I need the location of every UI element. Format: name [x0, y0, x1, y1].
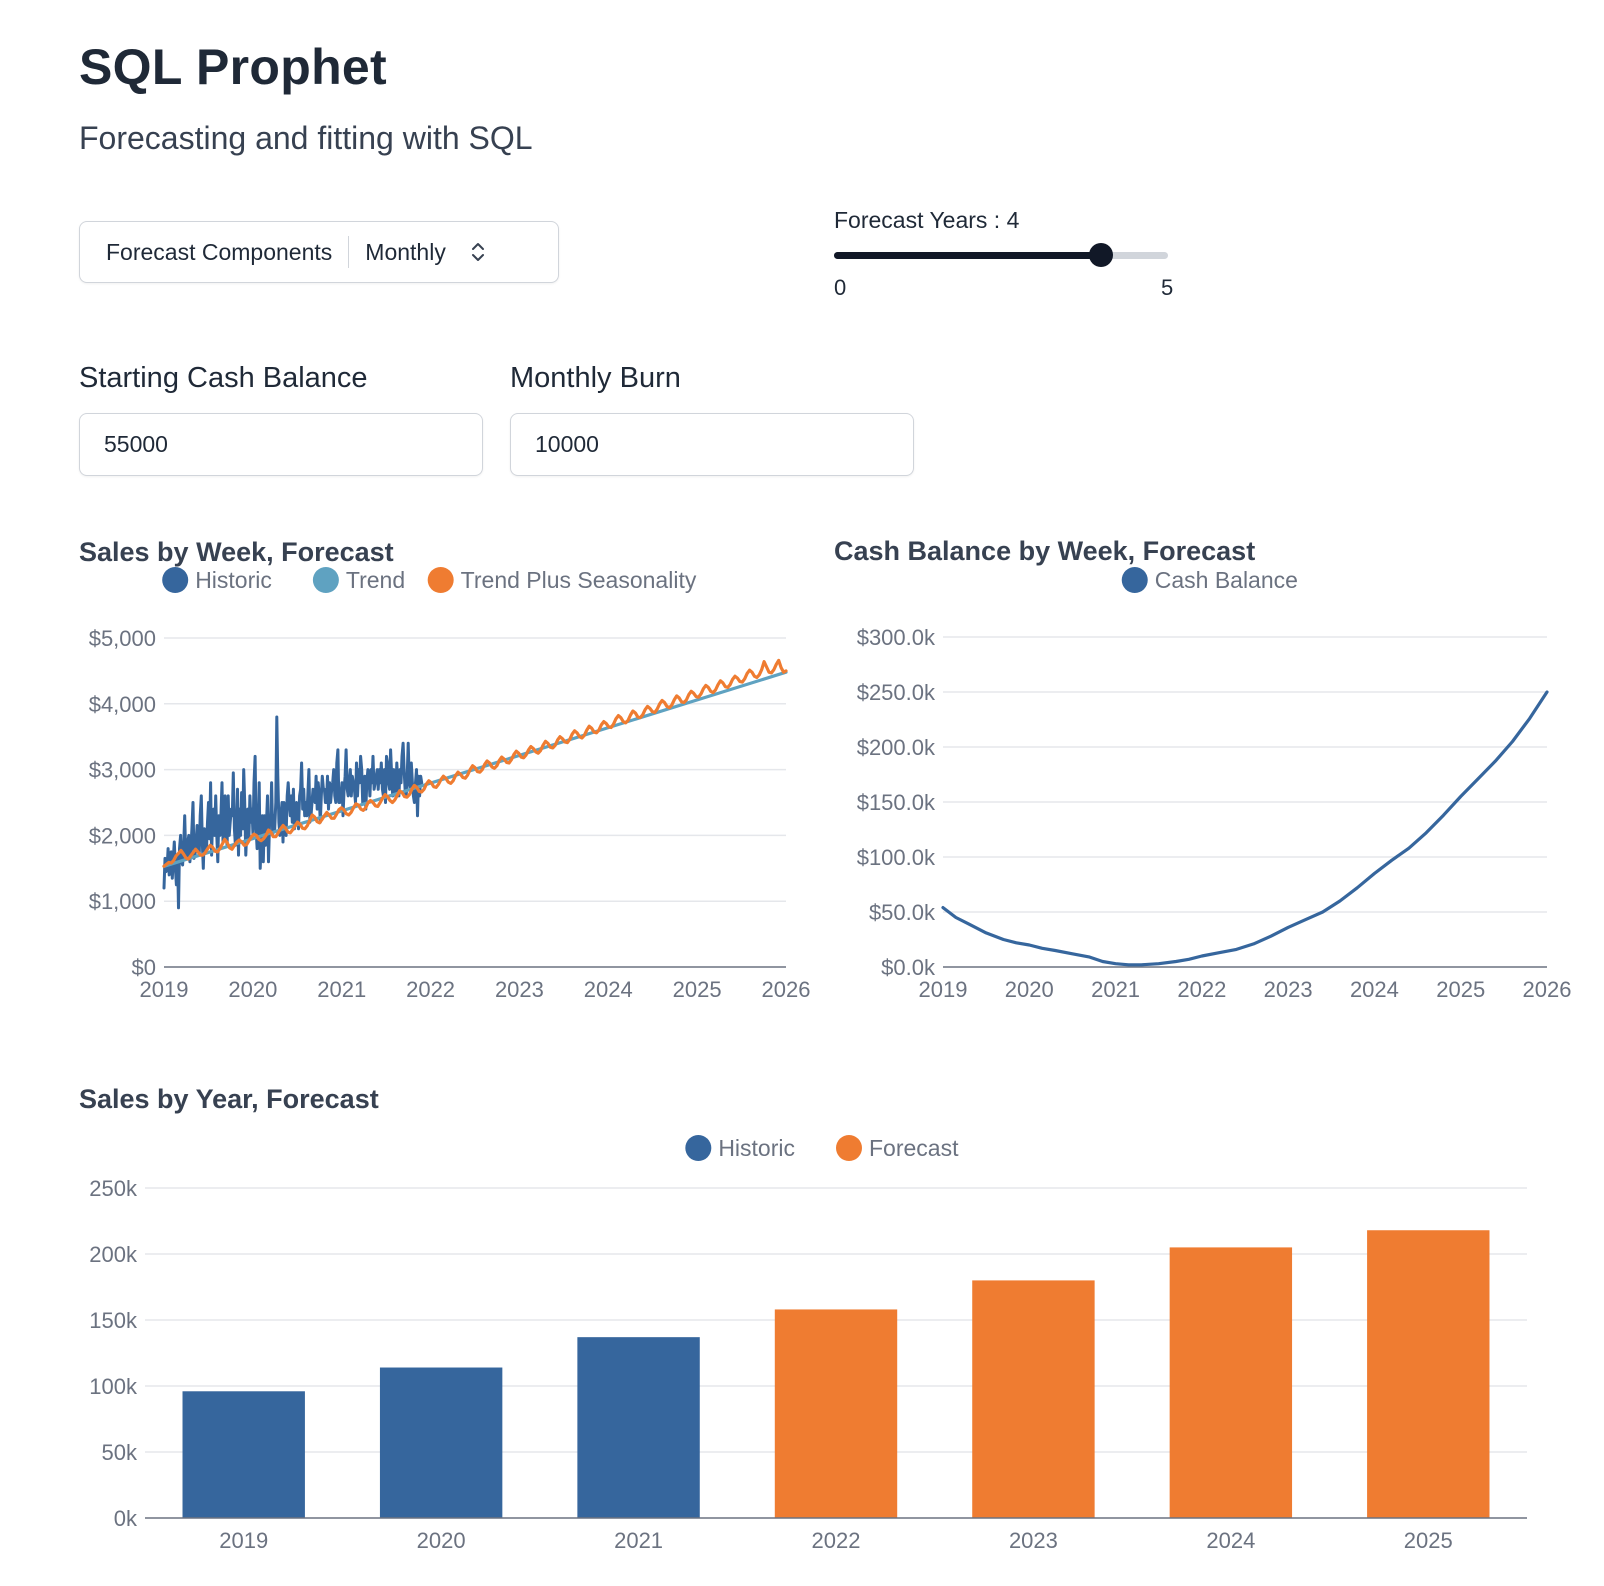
y-tick-label: $4,000 — [89, 692, 156, 717]
x-tick-label: 2025 — [673, 977, 722, 1002]
slider-fill — [834, 252, 1102, 259]
x-tick-label: 2019 — [140, 977, 189, 1002]
sales-by-year-chart: 0k 50k 100k 150k 200k 250k 2019 2020 2021 2022 202… — [89, 1135, 1527, 1553]
legend-label-cash-balance: Cash Balance — [1155, 567, 1298, 593]
x-tick-label: 2024 — [584, 977, 633, 1002]
chart-legend: Historic Trend Trend Plus Seasonality — [162, 567, 697, 593]
y-tick-label: $1,000 — [89, 889, 156, 914]
y-tick-label: 100k — [89, 1374, 138, 1399]
x-tick-label: 2022 — [406, 977, 455, 1002]
chart-legend: Historic Forecast — [685, 1135, 959, 1161]
x-tick-label: 2025 — [1436, 977, 1485, 1002]
x-tick-label: 2019 — [919, 977, 968, 1002]
x-tick-label: 2021 — [317, 977, 366, 1002]
legend-label-trend-plus-seasonality: Trend Plus Seasonality — [461, 567, 697, 593]
slider-min-label: 0 — [834, 275, 847, 300]
legend-label-trend: Trend — [346, 567, 405, 593]
monthly-burn-label: Monthly Burn — [510, 362, 681, 394]
x-tick-label: 2025 — [1404, 1528, 1453, 1553]
x-tick-label: 2026 — [1523, 977, 1572, 1002]
y-tick-label: $150.0k — [857, 790, 936, 815]
y-tick-label: 0k — [114, 1506, 138, 1531]
legend-marker-trend-plus-seasonality — [427, 567, 454, 593]
y-tick-label: $2,000 — [89, 823, 156, 848]
dropdown-divider — [348, 236, 350, 268]
bar-forecast-2024 — [1169, 1247, 1293, 1518]
y-tick-label: $100.0k — [857, 845, 936, 870]
yearly-chart-title: Sales by Year, Forecast — [79, 1084, 379, 1114]
bar-historic-2021 — [577, 1337, 700, 1518]
cash-balance-chart: $0.0k$50.0k$100.0k$150.0k$200.0k$250.0k$… — [857, 567, 1572, 1002]
y-tick-label: 50k — [102, 1440, 138, 1465]
x-tick-label: 2023 — [1264, 977, 1313, 1002]
page-subtitle: Forecasting and fitting with SQL — [79, 120, 533, 156]
chart-legend: Cash Balance — [1121, 567, 1298, 593]
x-tick-label: 2024 — [1350, 977, 1399, 1002]
x-tick-label: 2022 — [1177, 977, 1226, 1002]
monthly-burn-input[interactable] — [510, 413, 914, 476]
starting-cash-input[interactable] — [79, 413, 483, 476]
x-tick-label: 2022 — [812, 1528, 861, 1553]
y-tick-label: 250k — [89, 1176, 138, 1201]
forecast-years-slider[interactable] — [834, 243, 1168, 267]
x-tick-label: 2023 — [495, 977, 544, 1002]
forecast-years-label: Forecast Years : 4 — [834, 207, 1020, 233]
x-tick-label: 2020 — [1005, 977, 1054, 1002]
legend-marker-trend — [312, 567, 339, 593]
legend-marker-historic — [685, 1135, 712, 1161]
x-tick-label: 2023 — [1009, 1528, 1058, 1553]
bar-forecast-2023 — [972, 1280, 1095, 1518]
y-tick-label: $50.0k — [869, 900, 936, 925]
y-tick-label: $300.0k — [857, 625, 936, 650]
y-tick-label: 150k — [89, 1308, 138, 1333]
bar-historic-2019 — [182, 1391, 305, 1518]
x-tick-label: 2020 — [417, 1528, 466, 1553]
legend-label-historic: Historic — [195, 567, 272, 593]
legend-marker-forecast — [836, 1135, 862, 1161]
y-tick-label: $200.0k — [857, 735, 936, 760]
bar-forecast-2022 — [774, 1309, 898, 1518]
weekly-chart-title: Sales by Week, Forecast — [79, 537, 394, 567]
legend-label-historic: Historic — [718, 1135, 795, 1161]
sales-by-week-chart: $0$1,000$2,000$3,000$4,000$5,0002019 2020… — [89, 567, 811, 1002]
starting-cash-label: Starting Cash Balance — [79, 362, 368, 394]
series-line-cash-balance — [941, 690, 1549, 967]
x-tick-label: 2024 — [1206, 1528, 1255, 1553]
legend-marker-historic — [162, 567, 189, 593]
y-tick-label: $3,000 — [89, 758, 156, 783]
bar-forecast-2025 — [1367, 1230, 1490, 1518]
y-tick-label: $250.0k — [857, 680, 936, 705]
legend-label-forecast: Forecast — [869, 1135, 959, 1161]
forecast-components-value: Monthly — [365, 238, 446, 265]
x-tick-label: 2026 — [762, 977, 811, 1002]
x-tick-label: 2020 — [228, 977, 277, 1002]
x-tick-label: 2021 — [1091, 977, 1140, 1002]
slider-max-label: 5 — [1161, 275, 1174, 300]
forecast-components-select[interactable]: Forecast Components Monthly — [79, 221, 559, 283]
legend-marker-cash-balance — [1121, 567, 1148, 593]
cash-chart-title: Cash Balance by Week, Forecast — [834, 536, 1256, 566]
y-tick-label: 200k — [89, 1242, 138, 1267]
forecast-components-label: Forecast Components — [106, 238, 333, 265]
bar-historic-2020 — [379, 1367, 503, 1518]
page-title: SQL Prophet — [79, 39, 387, 95]
series-line-historic — [162, 715, 424, 910]
chevron-up-down-icon — [471, 243, 484, 261]
slider-thumb[interactable] — [1089, 243, 1114, 267]
y-tick-label: $5,000 — [89, 626, 156, 651]
x-tick-label: 2019 — [219, 1528, 268, 1553]
x-tick-label: 2021 — [614, 1528, 663, 1553]
